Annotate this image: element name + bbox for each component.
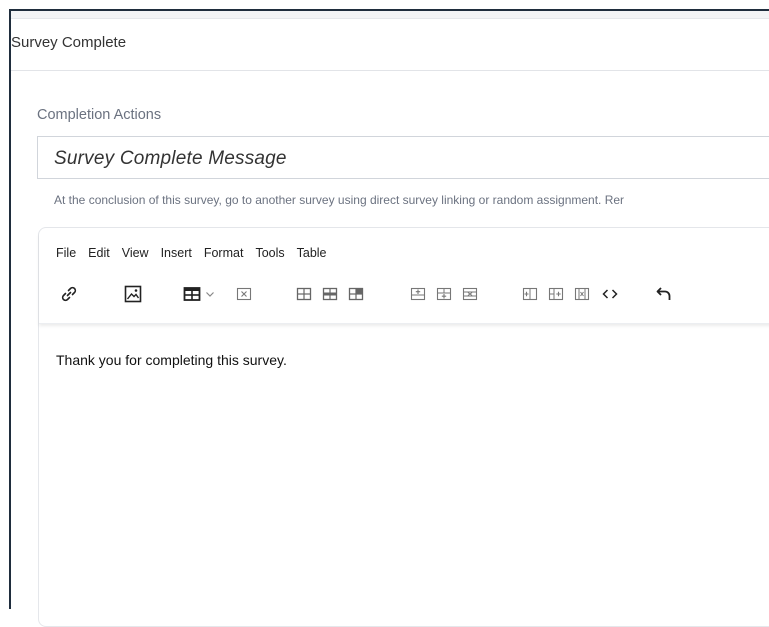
insert-column-after-button[interactable] bbox=[545, 280, 567, 308]
insert-column-before-button[interactable] bbox=[519, 280, 541, 308]
insert-row-before-button[interactable] bbox=[407, 280, 429, 308]
link-icon bbox=[61, 286, 77, 302]
row-properties-button[interactable] bbox=[319, 280, 341, 308]
editor-toolbar bbox=[39, 280, 769, 310]
delete-row-button[interactable] bbox=[459, 280, 481, 308]
source-code-icon bbox=[602, 289, 618, 299]
top-divider bbox=[11, 11, 769, 19]
completion-message-value: Survey Complete Message bbox=[54, 148, 287, 169]
table-properties-button[interactable] bbox=[293, 280, 315, 308]
menu-format[interactable]: Format bbox=[204, 246, 244, 260]
chevron-down-icon bbox=[206, 292, 214, 297]
table-button[interactable] bbox=[181, 280, 203, 308]
editor-header: File Edit View Insert Format Tools Table bbox=[39, 228, 769, 324]
editor-menubar: File Edit View Insert Format Tools Table bbox=[56, 246, 339, 260]
delete-row-icon bbox=[462, 287, 478, 301]
insert-column-after-icon bbox=[548, 287, 564, 301]
undo-button[interactable] bbox=[653, 280, 675, 308]
table-dropdown[interactable] bbox=[203, 280, 217, 308]
undo-icon bbox=[656, 287, 671, 300]
row-properties-icon bbox=[322, 287, 338, 301]
image-icon bbox=[124, 285, 142, 303]
insert-row-after-button[interactable] bbox=[433, 280, 455, 308]
completion-message-select[interactable]: Survey Complete Message bbox=[37, 136, 769, 179]
source-code-button[interactable] bbox=[599, 280, 621, 308]
menu-tools[interactable]: Tools bbox=[255, 246, 284, 260]
table-properties-icon bbox=[296, 287, 312, 301]
link-button[interactable] bbox=[57, 280, 81, 308]
insert-row-before-icon bbox=[410, 287, 426, 301]
cell-properties-icon bbox=[348, 287, 364, 301]
menu-insert[interactable]: Insert bbox=[161, 246, 192, 260]
table-icon bbox=[183, 287, 201, 301]
panel-header: Survey Complete bbox=[11, 19, 769, 71]
rich-text-editor: File Edit View Insert Format Tools Table bbox=[38, 227, 769, 627]
menu-edit[interactable]: Edit bbox=[88, 246, 110, 260]
delete-column-icon bbox=[574, 287, 590, 301]
panel-title: Survey Complete bbox=[11, 34, 127, 51]
completion-help-text: At the conclusion of this survey, go to … bbox=[54, 193, 625, 207]
editor-content[interactable]: Thank you for completing this survey. bbox=[56, 352, 287, 368]
delete-column-button[interactable] bbox=[571, 280, 593, 308]
menu-table[interactable]: Table bbox=[297, 246, 327, 260]
delete-table-button[interactable] bbox=[233, 280, 255, 308]
menu-file[interactable]: File bbox=[56, 246, 76, 260]
insert-row-after-icon bbox=[436, 287, 452, 301]
completion-actions-label: Completion Actions bbox=[37, 107, 162, 123]
image-button[interactable] bbox=[121, 280, 145, 308]
insert-column-before-icon bbox=[522, 287, 538, 301]
cell-properties-button[interactable] bbox=[345, 280, 367, 308]
menu-view[interactable]: View bbox=[122, 246, 149, 260]
survey-complete-panel: Survey Complete Completion Actions Surve… bbox=[9, 9, 769, 627]
delete-table-icon bbox=[236, 287, 252, 301]
